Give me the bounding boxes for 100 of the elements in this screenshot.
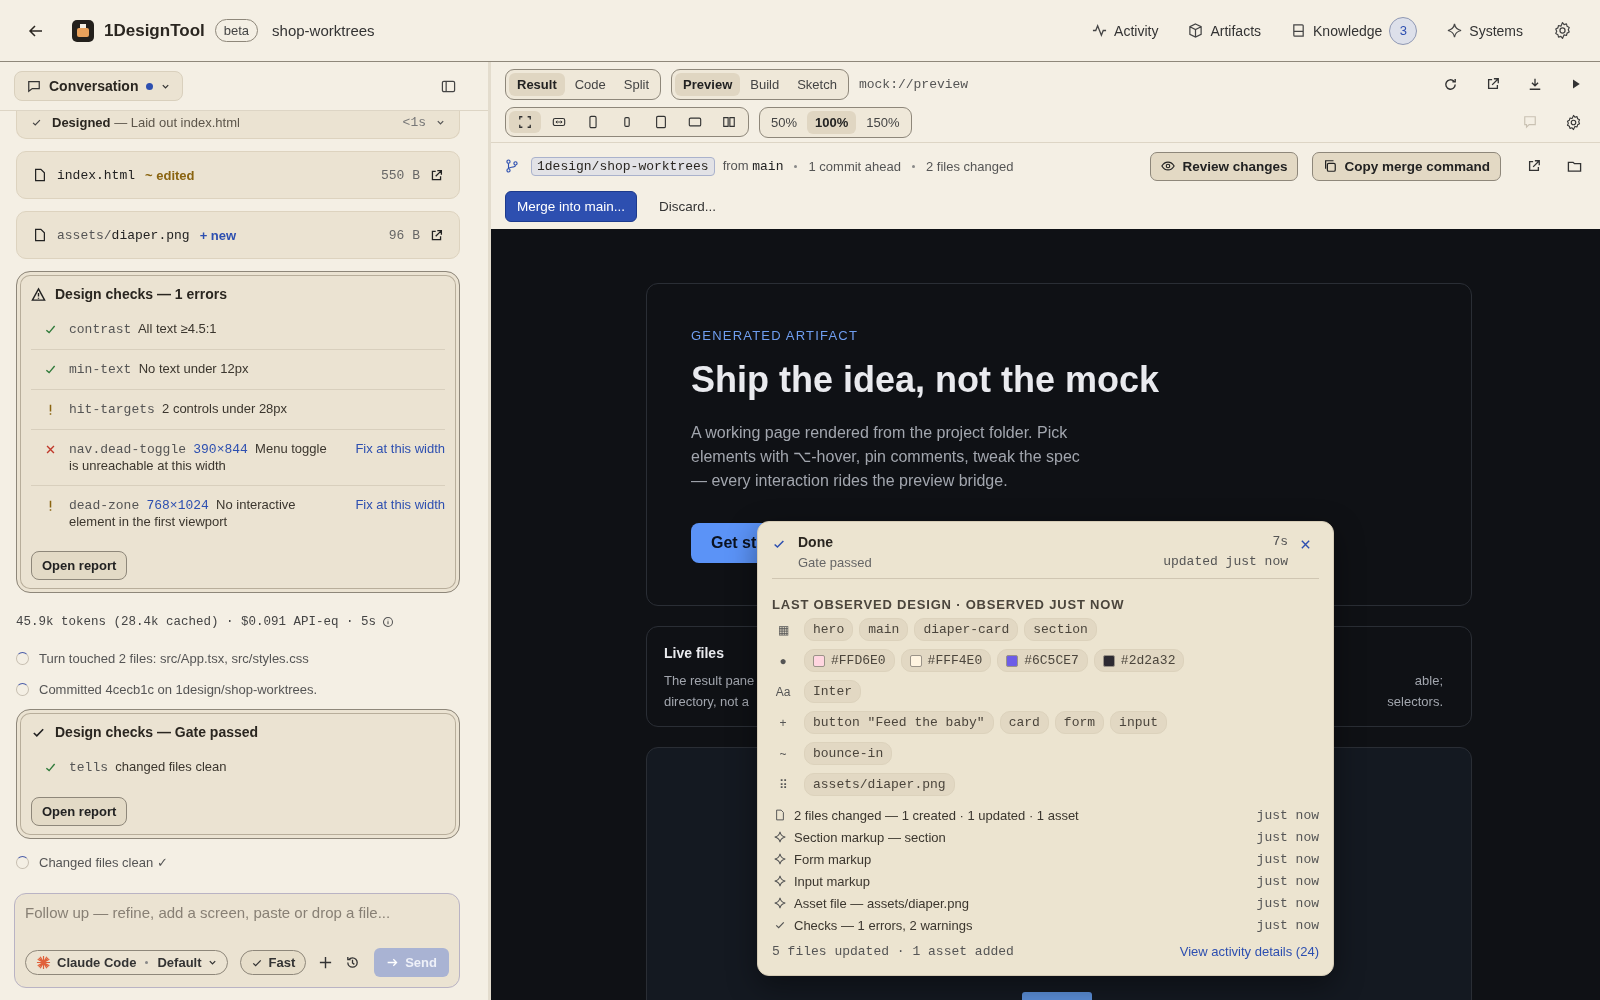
step-duration: <1s: [402, 115, 426, 130]
activity-time: just now: [1256, 829, 1319, 845]
tag-chip: diaper-card: [914, 618, 1019, 641]
activity-text: Section markup — section: [794, 829, 947, 845]
duration: 7s: [1271, 534, 1288, 549]
card-text: The result pane: [664, 672, 755, 690]
tag-chip: #FFF4E0: [900, 649, 992, 672]
step-text: Turn touched 2 files: src/App.tsx, src/styles.css: [39, 651, 309, 666]
open-report-button[interactable]: Open report: [31, 551, 128, 580]
branch-name: 1design/shop-worktrees: [531, 156, 715, 176]
file-size: 550 B: [381, 167, 420, 183]
zoom-option[interactable]: 50%: [763, 110, 806, 134]
fix-link[interactable]: Fix at this width: [355, 441, 445, 456]
activity-text: Asset file — assets/diaper.png: [794, 895, 970, 911]
category-glyph: Aa: [774, 684, 792, 699]
file-status: + new: [199, 227, 237, 243]
nav-link[interactable]: Systems: [1447, 22, 1523, 39]
check-result: min-text No text under 12px: [69, 361, 250, 378]
activity-time: just now: [1256, 851, 1319, 867]
mode-tab[interactable]: Sketch: [789, 72, 845, 96]
view-tab[interactable]: Code: [566, 72, 614, 96]
step-card[interactable]: Designed — Laid out index.html <1s: [16, 111, 460, 139]
status-title: Done: [798, 534, 834, 550]
nav-link[interactable]: Activity: [1092, 22, 1159, 39]
checks-title: Design checks — 1 errors: [55, 286, 227, 302]
files-changed: 2 files changed: [926, 158, 1014, 174]
nav-link[interactable]: Artifacts: [1188, 22, 1262, 39]
eyebrow-label: GENERATED ARTIFACT: [691, 328, 860, 343]
step-text: Designed — Laid out index.html: [52, 115, 241, 130]
fast-toggle[interactable]: Fast: [239, 950, 307, 975]
card-text: selectors.: [1387, 693, 1443, 711]
activity-summary: 5 files updated · 1 asset added: [772, 944, 1014, 959]
tag-chip: assets/diaper.png: [804, 773, 955, 796]
activity-details-link[interactable]: View activity details (24): [1179, 944, 1319, 959]
tag-chip: form: [1054, 711, 1105, 734]
check-result: dead-zone 768×1024 No interactive element in the first viewport: [69, 497, 297, 530]
tag-chip: section: [1024, 618, 1097, 641]
activity-text: Checks — 1 errors, 2 warnings: [794, 917, 974, 933]
tag-chip: #FFD6E0: [804, 649, 895, 672]
tag-chip: bounce-in: [804, 742, 893, 765]
discard-button[interactable]: Discard...: [645, 191, 731, 221]
tag-chip: button "Feed the baby": [804, 711, 994, 734]
check-result: contrast All text ≥4.5:1: [69, 321, 218, 338]
count-badge: 3: [1389, 16, 1418, 45]
conversation-dropdown[interactable]: Conversation: [14, 71, 184, 101]
activity-time: just now: [1256, 807, 1319, 823]
mode-tab[interactable]: Preview: [675, 72, 741, 96]
check-result: hit-targets 2 controls under 28px: [69, 401, 289, 418]
checks-title: Design checks — Gate passed: [55, 724, 259, 740]
file-card[interactable]: index.html ~ edited 550 B: [16, 151, 460, 199]
activity-time: just now: [1256, 917, 1319, 933]
file-status: ~ edited: [145, 167, 195, 183]
file-name: index.html: [57, 167, 135, 183]
tag-chip: #6C5CE7: [997, 649, 1088, 672]
category-glyph: ⠿: [777, 777, 789, 792]
section-title: LAST OBSERVED DESIGN · OBSERVED JUST NOW: [772, 597, 1126, 612]
usage-summary: 45.9k tokens (28.4k cached) · $0.091 API-eq · 5s: [16, 615, 377, 629]
copy-merge-button[interactable]: Copy merge command: [1312, 151, 1501, 181]
activity-text: Input markup: [794, 873, 871, 889]
merge-button[interactable]: Merge into main...: [505, 190, 638, 222]
tag-chip: hero: [804, 618, 854, 641]
category-glyph: ~: [778, 746, 788, 761]
commits-ahead: 1 commit ahead: [808, 158, 901, 174]
card-text: able;: [1413, 672, 1443, 690]
app-name: 1DesignTool: [104, 20, 205, 41]
category-glyph: ▦: [776, 622, 790, 637]
file-size: 96 B: [388, 227, 420, 243]
step-text: Committed 4cecb1c on 1design/shop-worktrees.: [39, 682, 318, 697]
open-report-button[interactable]: Open report: [31, 797, 128, 826]
activity-text: Form markup: [794, 851, 873, 867]
check-result: nav.dead-toggle 390×844 Menu toggle is unreachable at this width: [69, 441, 328, 474]
tag-chip: #2d2a32: [1093, 649, 1185, 672]
message-field[interactable]: Follow up — refine, add a screen, paste or drop a file... Claude Code Default Fast Send: [14, 893, 460, 988]
activity-text: 2 files changed — 1 created · 1 updated · 1 asset: [794, 807, 1080, 823]
category-glyph: +: [778, 715, 788, 730]
view-tab[interactable]: Split: [615, 72, 658, 96]
zoom-option[interactable]: 150%: [858, 110, 908, 134]
fix-link[interactable]: Fix at this width: [355, 497, 445, 512]
card-text: directory, not a: [664, 693, 751, 711]
activity-time: just now: [1256, 873, 1319, 889]
file-card[interactable]: assets/diaper.png + new 96 B: [16, 211, 460, 259]
step-text: Changed files clean ✓: [39, 855, 168, 870]
tag-chip: card: [999, 711, 1049, 734]
view-tab[interactable]: Result: [509, 72, 565, 96]
activity-time: just now: [1256, 895, 1319, 911]
review-changes-button[interactable]: Review changes: [1150, 151, 1299, 181]
hero-text: A working page rendered from the project folder. Pick elements with ⌥-hover, pin comments, tweak the spec — every interaction rides the preview bridge.: [691, 423, 1081, 491]
tag-chip: input: [1110, 711, 1168, 734]
card-title: Live files: [664, 645, 724, 661]
file-name: assets/diaper.png: [57, 227, 190, 243]
zoom-option[interactable]: 100%: [807, 110, 857, 134]
hero-title: Ship the idea, not the mock: [691, 359, 1161, 401]
nav-link[interactable]: Knowledge 3: [1291, 16, 1418, 45]
preview-url: mock://preview: [858, 76, 969, 92]
branch-base: from main: [722, 158, 784, 174]
category-glyph: ●: [778, 653, 788, 668]
status-subtitle: Gate passed: [798, 555, 873, 570]
mode-tab[interactable]: Build: [742, 72, 788, 96]
check-result: tells changed files clean: [69, 759, 228, 776]
tag-chip: Inter: [804, 680, 861, 703]
